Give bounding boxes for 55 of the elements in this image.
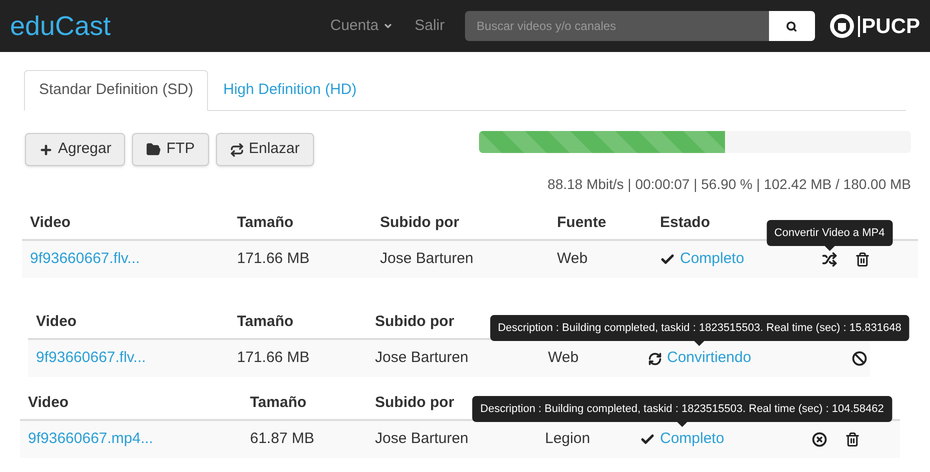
column-header: Tamaño bbox=[237, 212, 294, 233]
upload-stats: 88.18 Mbit/s | 00:00:07 | 56.90 % | 102.42 MB / 180.00 MB bbox=[548, 175, 911, 194]
status-link[interactable]: Completo bbox=[660, 428, 724, 451]
column-header: Fuente bbox=[557, 212, 606, 233]
seal-icon bbox=[828, 13, 855, 39]
nav-link[interactable]: Cuenta bbox=[330, 14, 393, 38]
search-field[interactable]: Buscar videos y/o canales bbox=[464, 11, 769, 41]
search-icon bbox=[786, 20, 798, 32]
repeat-icon bbox=[230, 142, 244, 156]
table-cell-text: Jose Barturen bbox=[380, 249, 474, 270]
trash-icon[interactable] bbox=[855, 252, 870, 267]
check-icon bbox=[660, 252, 675, 267]
toolbar-button[interactable]: Enlazar bbox=[216, 133, 314, 166]
status-link[interactable]: Completo bbox=[680, 248, 744, 271]
table-cell-text: 61.87 MB bbox=[250, 429, 314, 450]
table-cell-text: Web bbox=[557, 249, 588, 270]
table-cell-text: Web bbox=[548, 348, 579, 368]
toolbar-button[interactable]: FTP bbox=[132, 133, 209, 166]
table-cell-text: Jose Barturen bbox=[375, 429, 468, 450]
video-link[interactable]: 9f93660667.mp4... bbox=[28, 428, 154, 451]
tooltip: Description : Building completed, taskid : 1823515503. Real time (sec) : 15.831648 bbox=[490, 315, 910, 346]
ban-icon[interactable] bbox=[852, 351, 867, 366]
column-header: Subido por bbox=[375, 392, 454, 413]
trash-icon[interactable] bbox=[845, 432, 860, 447]
table-cell-text: Legion bbox=[545, 429, 590, 450]
video-link[interactable]: 9f93660667.flv... bbox=[36, 347, 146, 370]
nav-link[interactable]: Salir bbox=[414, 14, 445, 38]
column-header: Video bbox=[36, 312, 77, 332]
column-header: Video bbox=[28, 392, 69, 413]
tooltip: Convertir Video a MP4 bbox=[766, 220, 893, 251]
status-link[interactable]: Convirtiendo bbox=[667, 347, 752, 370]
search-button[interactable] bbox=[768, 11, 815, 41]
column-header: Tamaño bbox=[237, 312, 294, 332]
column-header: Estado bbox=[660, 212, 710, 233]
table-cell-text: 171.66 MB bbox=[237, 249, 310, 270]
tooltip: Description : Building completed, taskid : 1823515503. Real time (sec) : 104.58462 bbox=[472, 396, 892, 428]
table-cell-text: 171.66 MB bbox=[237, 348, 310, 368]
column-header: Subido por bbox=[375, 312, 454, 332]
table-cell-text: Jose Barturen bbox=[375, 348, 468, 368]
column-header: Video bbox=[30, 212, 71, 233]
caret-icon bbox=[382, 21, 393, 31]
column-header: Subido por bbox=[380, 212, 460, 233]
tab[interactable]: Standar Definition (SD) bbox=[24, 70, 208, 111]
column-header: Tamaño bbox=[250, 392, 306, 413]
logo-text: PUCP bbox=[858, 16, 920, 36]
plus-icon bbox=[39, 142, 53, 156]
toolbar-button[interactable]: Agregar bbox=[25, 133, 126, 166]
folder-icon bbox=[146, 142, 162, 157]
refresh-icon bbox=[648, 352, 662, 366]
shuffle-icon[interactable] bbox=[822, 252, 837, 267]
check-icon bbox=[640, 432, 655, 447]
tab[interactable]: High Definition (HD) bbox=[208, 70, 372, 111]
brand-logo[interactable]: eduCast bbox=[10, 12, 111, 40]
remove-icon[interactable] bbox=[812, 432, 827, 447]
video-link[interactable]: 9f93660667.flv... bbox=[30, 248, 140, 271]
